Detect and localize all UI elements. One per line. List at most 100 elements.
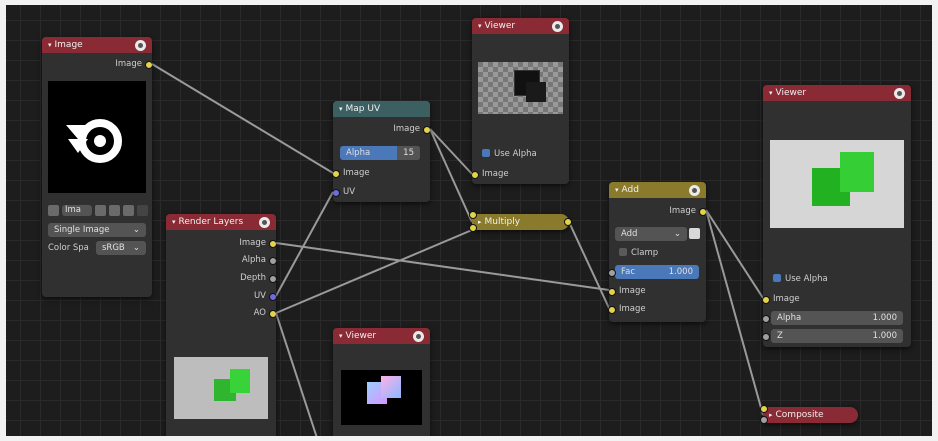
chevron-down-icon: ⌄	[132, 225, 140, 235]
fac-label: Fac	[621, 267, 635, 277]
input-z-socket[interactable]	[763, 333, 770, 341]
node-menu-icon[interactable]	[894, 87, 905, 99]
new-image-icon[interactable]	[109, 205, 120, 216]
viewer-right-node[interactable]: ▾ Viewer Use Alpha Image Alpha 1.000 Z 1.…	[763, 85, 911, 347]
image-node[interactable]: ▾ Image Image Ima Single Image ⌄ Color Sp…	[42, 37, 152, 297]
node-title: Map UV	[345, 104, 381, 114]
output-ao-label: AO	[253, 308, 266, 318]
source-value: Single Image	[54, 225, 110, 235]
multiply-output-socket[interactable]	[564, 218, 572, 226]
use-alpha-checkbox[interactable]: Use Alpha	[773, 272, 828, 286]
input-alpha-socket[interactable]	[763, 315, 770, 323]
fac-field[interactable]: Fac 1.000	[615, 265, 699, 279]
viewer-node-header[interactable]: ▾ Viewer	[472, 18, 569, 34]
z-field[interactable]: Z 1.000	[771, 329, 903, 343]
chevron-right-icon[interactable]: ▸	[769, 407, 773, 423]
fake-user-icon[interactable]	[95, 205, 106, 216]
multiply-input-socket[interactable]	[469, 224, 477, 232]
add-node[interactable]: ▾ Add Image Add ⌄ Clamp Fac 1.000 Image I…	[609, 182, 706, 322]
output-image-label: Image	[239, 238, 266, 248]
output-alpha-socket[interactable]	[269, 257, 276, 265]
preview-cube	[840, 152, 874, 192]
checkbox-icon[interactable]	[773, 274, 781, 282]
output-depth-socket[interactable]	[269, 275, 276, 283]
node-title: Image	[54, 40, 83, 50]
output-uv-socket[interactable]	[269, 293, 276, 301]
image-toolbar: Ima	[48, 205, 148, 216]
open-folder-icon[interactable]	[123, 205, 134, 216]
input-uv-label: UV	[343, 187, 356, 197]
output-image-socket[interactable]	[269, 240, 276, 248]
node-menu-icon[interactable]	[413, 330, 424, 342]
input-uv-socket[interactable]	[333, 189, 340, 197]
multiply-node[interactable]: ▸ Multiply	[472, 214, 569, 230]
composite-input-socket[interactable]	[760, 405, 768, 413]
chevron-down-icon[interactable]: ▾	[48, 37, 52, 53]
composite-input-socket[interactable]	[760, 416, 768, 424]
render-layers-node[interactable]: ▾ Render Layers Image Alpha Depth UV AO	[166, 214, 276, 441]
chevron-down-icon[interactable]: ▾	[769, 85, 773, 101]
composite-node[interactable]: ▸ Composite	[763, 407, 858, 423]
alpha-label: Alpha	[777, 313, 802, 323]
chevron-down-icon[interactable]: ▾	[172, 214, 176, 230]
source-dropdown[interactable]: Single Image ⌄	[48, 223, 146, 237]
checkbox-icon[interactable]	[619, 248, 627, 256]
chevron-right-icon[interactable]: ▸	[478, 214, 482, 230]
link-add-to-viewer	[705, 209, 764, 299]
checkbox-icon[interactable]	[482, 149, 490, 157]
node-menu-icon[interactable]	[259, 216, 270, 228]
node-editor[interactable]: ▾ Image Image Ima Single Image ⌄ Color Sp…	[0, 0, 938, 441]
clamp-checkbox[interactable]: Clamp	[619, 246, 658, 260]
chevron-down-icon[interactable]: ▾	[339, 328, 343, 344]
output-ao-socket[interactable]	[269, 310, 276, 318]
image-browse-icon[interactable]	[48, 205, 59, 216]
use-alpha-toggle-icon[interactable]	[689, 228, 700, 239]
alpha-field[interactable]: Alpha 1.000	[771, 311, 903, 325]
mapuv-node[interactable]: ▾ Map UV Image Alpha 15 Image UV	[333, 101, 430, 202]
output-socket[interactable]	[145, 61, 152, 69]
unlink-icon[interactable]	[137, 205, 148, 216]
node-menu-icon[interactable]	[689, 184, 700, 196]
input-image-socket[interactable]	[472, 171, 479, 179]
preview-cube	[526, 82, 546, 102]
multiply-input-socket[interactable]	[469, 211, 477, 219]
input-image-label: Image	[773, 294, 800, 304]
blend-value: Add	[621, 229, 638, 239]
image-name-field[interactable]: Ima	[62, 205, 92, 216]
link-mapuv-to-viewer	[429, 128, 473, 175]
input-image2-socket[interactable]	[609, 306, 616, 314]
link-image-to-mapuv	[151, 63, 334, 174]
input-image-socket[interactable]	[763, 296, 770, 304]
image-node-header[interactable]: ▾ Image	[42, 37, 152, 53]
input-image2-label: Image	[619, 304, 646, 314]
viewer-node-header[interactable]: ▾ Viewer	[763, 85, 911, 101]
multiply-node-header[interactable]: ▸ Multiply	[472, 214, 569, 230]
input-image1-socket[interactable]	[609, 288, 616, 296]
input-image-socket[interactable]	[333, 170, 340, 178]
chevron-down-icon[interactable]: ▾	[339, 101, 343, 117]
add-node-header[interactable]: ▾ Add	[609, 182, 706, 198]
node-menu-icon[interactable]	[552, 20, 563, 32]
blend-type-dropdown[interactable]: Add ⌄	[615, 227, 687, 241]
alpha-field[interactable]: Alpha 15	[340, 146, 420, 160]
preview-cube	[230, 369, 250, 393]
use-alpha-checkbox[interactable]: Use Alpha	[482, 147, 537, 161]
output-socket[interactable]	[423, 126, 430, 134]
output-label: Image	[669, 206, 696, 216]
color-space-dropdown[interactable]: sRGB ⌄	[96, 241, 146, 255]
composite-node-header[interactable]: ▸ Composite	[763, 407, 858, 423]
viewer-node-header[interactable]: ▾ Viewer	[333, 328, 430, 344]
z-value: 1.000	[872, 331, 897, 341]
chevron-down-icon[interactable]: ▾	[478, 18, 482, 34]
output-uv-label: UV	[253, 291, 266, 301]
output-socket[interactable]	[699, 208, 706, 216]
viewer-bottom-node[interactable]: ▾ Viewer	[333, 328, 430, 441]
viewer-top-node[interactable]: ▾ Viewer Use Alpha Image	[472, 18, 569, 184]
color-space-value: sRGB	[102, 243, 125, 253]
mapuv-node-header[interactable]: ▾ Map UV	[333, 101, 430, 117]
node-menu-icon[interactable]	[135, 39, 146, 51]
chevron-down-icon[interactable]: ▾	[615, 182, 619, 198]
z-label: Z	[777, 331, 783, 341]
link-add-to-composite	[705, 209, 764, 416]
render-layers-header[interactable]: ▾ Render Layers	[166, 214, 276, 230]
